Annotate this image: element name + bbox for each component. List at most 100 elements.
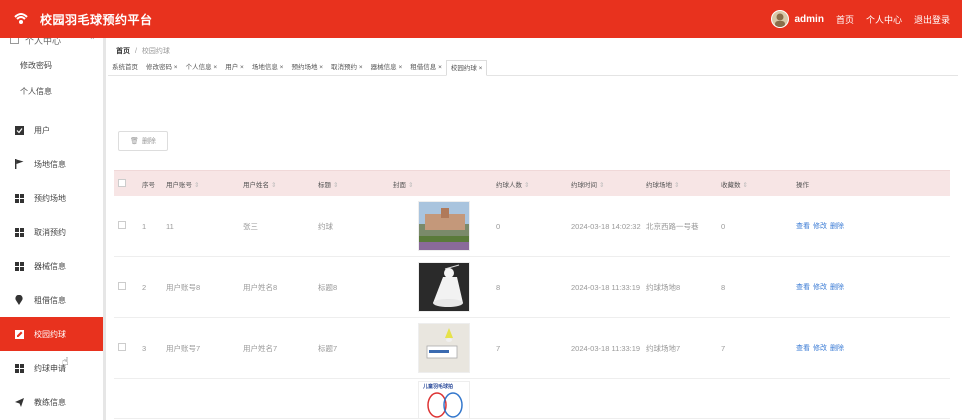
view-link[interactable]: 查看 [796, 284, 810, 291]
grid-icon [14, 261, 24, 271]
cell-no: 1 [142, 221, 147, 231]
trash-icon: 🗑 [130, 138, 139, 145]
sidebar-item-label: 用户 [34, 125, 50, 135]
sidebar-item-label: 取消预约 [34, 227, 66, 237]
flag-icon [14, 159, 24, 169]
cell-account: 11 [166, 221, 174, 231]
delete-link[interactable]: 删除 [830, 223, 844, 230]
sidebar-item-label: 场地信息 [34, 159, 66, 169]
grid-icon [14, 227, 24, 237]
col-header-name[interactable]: 用户姓名 ⇕ [240, 179, 315, 189]
username[interactable]: admin [795, 14, 824, 25]
cell-time: 2024-03-18 11:33:19 [571, 282, 641, 292]
row-checkbox[interactable] [118, 282, 126, 290]
tab-rental-info[interactable]: 租借信息 × [406, 60, 446, 75]
sort-icon[interactable]: ⇕ [599, 182, 604, 189]
tab-home[interactable]: 系统首页 [108, 60, 142, 75]
delete-link[interactable]: 删除 [830, 345, 844, 352]
col-header-title[interactable]: 标题 ⇕ [315, 179, 390, 189]
table-row: 2 用户账号8 用户姓名8 标题8 8 2024-03-18 11:33:19 … [114, 257, 950, 318]
tab-book-venue[interactable]: 预约场地 × [287, 60, 327, 75]
sidebar-item-cancel-booking[interactable]: 取消预约 [0, 215, 103, 249]
cell-fav: 0 [721, 221, 726, 231]
row-checkbox[interactable] [118, 343, 126, 351]
hand-cursor-icon: ☝ [62, 355, 69, 368]
profile-link[interactable]: 个人中心 [866, 13, 902, 26]
sidebar-item-match-request[interactable]: 约球申请 ☝ [0, 351, 103, 385]
col-header-count[interactable]: 约球人数 ⇕ [493, 179, 568, 189]
sidebar-item-users[interactable]: 用户 [0, 113, 103, 147]
breadcrumb: 首页 / 校园约球 [116, 46, 170, 56]
table-row: 1 11 张三 约球 0 2024-03-18 14:02:32 北京西路一号巷… [114, 196, 950, 257]
cell-title: 约球 [318, 221, 333, 231]
breadcrumb-current: 校园约球 [141, 48, 170, 55]
cell-place: 约球场地8 [646, 282, 681, 292]
delete-button-label: 删除 [141, 138, 156, 145]
breadcrumb-separator: / [134, 48, 137, 55]
data-table: 序号 用户账号 ⇕ 用户姓名 ⇕ 标题 ⇕ 封面 ⇕ 约球人数 ⇕ 约球时间 ⇕ 约球场地 ⇕… [114, 170, 950, 419]
col-header-time[interactable]: 约球时间 ⇕ [568, 179, 643, 189]
edit-icon [14, 329, 24, 339]
avatar[interactable] [770, 10, 789, 28]
top-bar: 校园羽毛球预约平台 admin 首页 个人中心 退出登录 [0, 0, 962, 38]
sidebar-item-rental-info[interactable]: 租借信息 [0, 283, 103, 317]
shuttlecock-logo-icon [12, 10, 30, 28]
cell-count: 0 [496, 221, 501, 231]
tab-campus-match[interactable]: 校园约球 × [445, 59, 488, 76]
select-all-checkbox[interactable] [118, 178, 126, 187]
table-row-partial: 儿童羽毛球拍 [114, 379, 950, 419]
home-link[interactable]: 首页 [836, 13, 854, 26]
cover-image-campus [418, 201, 470, 251]
sort-icon[interactable]: ⇕ [194, 182, 199, 189]
col-header-place[interactable]: 约球场地 ⇕ [643, 179, 718, 189]
edit-link[interactable]: 修改 [813, 345, 827, 352]
tab-venue-info[interactable]: 场地信息 × [248, 60, 288, 75]
chevron-up-icon[interactable]: ⌃ [89, 38, 96, 45]
delete-button[interactable]: 🗑 删除 [118, 131, 168, 151]
col-header-op: 操作 [796, 181, 809, 189]
sidebar-group-personal[interactable]: 个人中心 ⌃ [0, 38, 103, 46]
sidebar-item-coach-info[interactable]: 教练信息 [0, 385, 103, 419]
sidebar-item-equipment-info[interactable]: 器械信息 [0, 249, 103, 283]
cell-name: 用户姓名8 [243, 282, 278, 292]
tab-equipment-info[interactable]: 器械信息 × [367, 60, 407, 75]
tab-cancel-booking[interactable]: 取消预约 × [327, 60, 367, 75]
sidebar-item-change-password[interactable]: 修改密码 [0, 53, 103, 79]
tab-personal-info[interactable]: 个人信息 × [182, 60, 222, 75]
col-header-fav[interactable]: 收藏数 ⇕ [718, 179, 793, 189]
sort-icon[interactable]: ⇕ [333, 182, 338, 189]
sidebar-item-label: 预约场地 [34, 193, 66, 203]
sidebar: 个人中心 ⌃ 修改密码 个人信息 用户 场地信息 预约场地 取消预约 器械信息 … [0, 38, 106, 420]
sidebar-item-venue-info[interactable]: 场地信息 [0, 147, 103, 181]
sort-icon[interactable]: ⇕ [524, 182, 529, 189]
app-title: 校园羽毛球预约平台 [40, 12, 153, 27]
col-header-account[interactable]: 用户账号 ⇕ [163, 179, 240, 189]
view-link[interactable]: 查看 [796, 345, 810, 352]
sort-icon[interactable]: ⇕ [271, 182, 276, 189]
sidebar-item-book-venue[interactable]: 预约场地 [0, 181, 103, 215]
row-checkbox[interactable] [118, 221, 126, 229]
grid-icon [14, 193, 24, 203]
col-header-no: 序号 [142, 181, 155, 189]
delete-link[interactable]: 删除 [830, 284, 844, 291]
tab-users[interactable]: 用户 × [221, 60, 248, 75]
edit-link[interactable]: 修改 [813, 223, 827, 230]
sort-icon[interactable]: ⇕ [674, 182, 679, 189]
checkbox-icon [14, 125, 24, 135]
tab-change-password[interactable]: 修改密码 × [142, 60, 182, 75]
sort-icon[interactable]: ⇕ [408, 182, 413, 189]
cell-title: 标题7 [318, 343, 338, 353]
edit-link[interactable]: 修改 [813, 284, 827, 291]
sidebar-item-campus-match[interactable]: 校园约球 [0, 317, 103, 351]
breadcrumb-home[interactable]: 首页 [116, 48, 130, 55]
cell-no: 2 [142, 282, 147, 292]
sidebar-item-personal-info[interactable]: 个人信息 [0, 79, 103, 105]
view-link[interactable]: 查看 [796, 223, 810, 230]
sidebar-item-label: 器械信息 [34, 261, 66, 271]
cover-image-shuttlecock [418, 262, 470, 312]
col-header-cover[interactable]: 封面 ⇕ [390, 179, 493, 189]
calendar-icon [10, 38, 19, 44]
logout-link[interactable]: 退出登录 [914, 13, 950, 26]
sort-icon[interactable]: ⇕ [743, 182, 748, 189]
cell-name: 用户姓名7 [243, 343, 278, 353]
